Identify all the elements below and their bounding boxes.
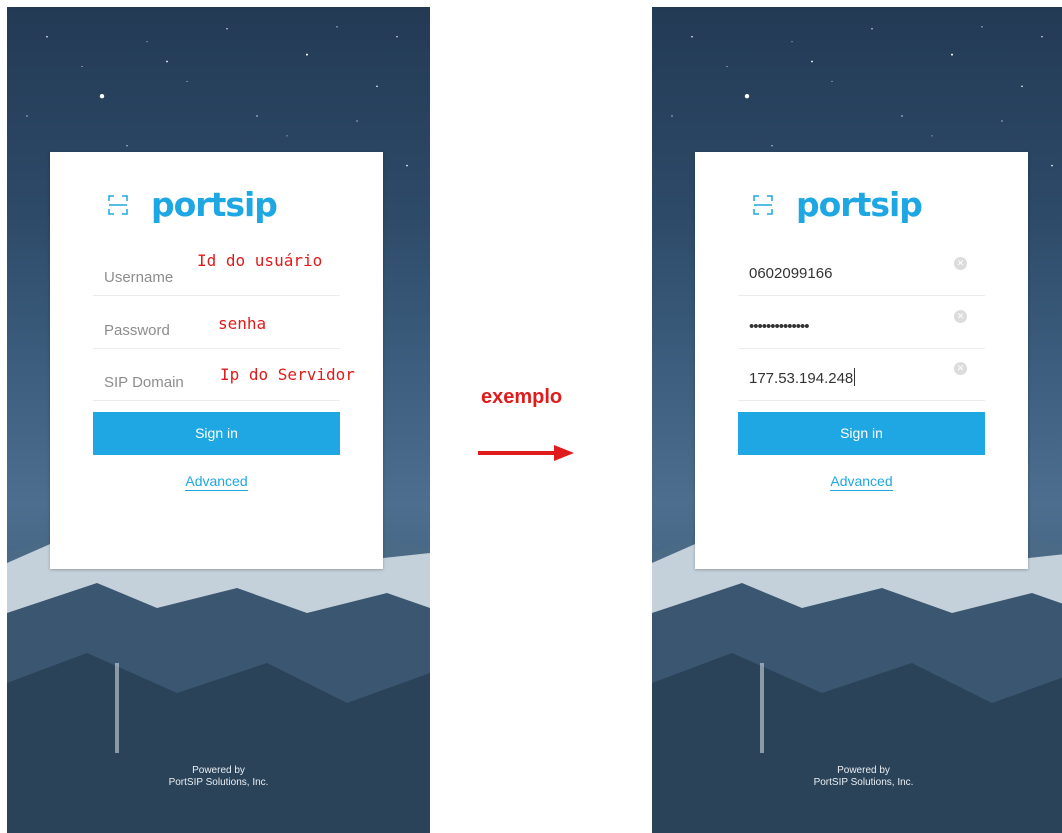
footer-line2: PortSIP Solutions, Inc.: [813, 777, 914, 788]
password-value: ••••••••••••••: [749, 318, 810, 335]
portsip-logo: portsip: [108, 185, 278, 224]
sip-domain-value: 177.53.194.248: [749, 370, 854, 387]
footer-line1: Powered by: [192, 765, 245, 776]
powered-by-footer: Powered by PortSIP Solutions, Inc.: [7, 765, 430, 789]
footer-line1: Powered by: [837, 765, 890, 776]
scan-qr-icon[interactable]: [753, 195, 773, 215]
clear-icon[interactable]: ✕: [954, 362, 967, 375]
sip-domain-placeholder: SIP Domain: [104, 374, 184, 391]
powered-by-footer: Powered by PortSIP Solutions, Inc.: [652, 765, 1062, 789]
phone-screen-right: portsip 0602099166 ✕ •••••••••••••• ✕ 17…: [652, 7, 1062, 833]
clear-icon[interactable]: ✕: [954, 257, 967, 270]
text-caret: [854, 368, 856, 386]
right-arrow-icon: [478, 445, 574, 461]
password-placeholder: Password: [104, 322, 170, 339]
annotation-domain: Ip do Servidor: [220, 365, 355, 384]
phone-screen-left: portsip Username Id do usuário Password …: [7, 7, 430, 833]
scan-qr-icon[interactable]: [108, 195, 128, 215]
sign-in-button[interactable]: Sign in: [738, 412, 985, 455]
username-placeholder: Username: [104, 269, 174, 286]
username-field[interactable]: 0602099166 ✕: [738, 243, 985, 296]
brand-name: portsip: [151, 185, 278, 224]
login-card: portsip Username Id do usuário Password …: [50, 152, 383, 569]
advanced-link[interactable]: Advanced: [185, 473, 248, 491]
portsip-logo: portsip: [753, 185, 923, 224]
sign-in-button[interactable]: Sign in: [93, 412, 340, 455]
username-value: 0602099166: [749, 265, 833, 282]
password-field[interactable]: Password: [93, 296, 340, 349]
example-label: exemplo: [481, 386, 563, 408]
clear-icon[interactable]: ✕: [954, 310, 967, 323]
brand-name: portsip: [796, 185, 923, 224]
advanced-link[interactable]: Advanced: [830, 473, 893, 491]
sip-domain-field[interactable]: 177.53.194.248 ✕: [738, 348, 985, 401]
login-card: portsip 0602099166 ✕ •••••••••••••• ✕ 17…: [695, 152, 1028, 569]
annotation-username: Id do usuário: [197, 251, 323, 270]
footer-line2: PortSIP Solutions, Inc.: [168, 777, 269, 788]
annotation-password: senha: [218, 314, 267, 333]
password-field[interactable]: •••••••••••••• ✕: [738, 296, 985, 349]
